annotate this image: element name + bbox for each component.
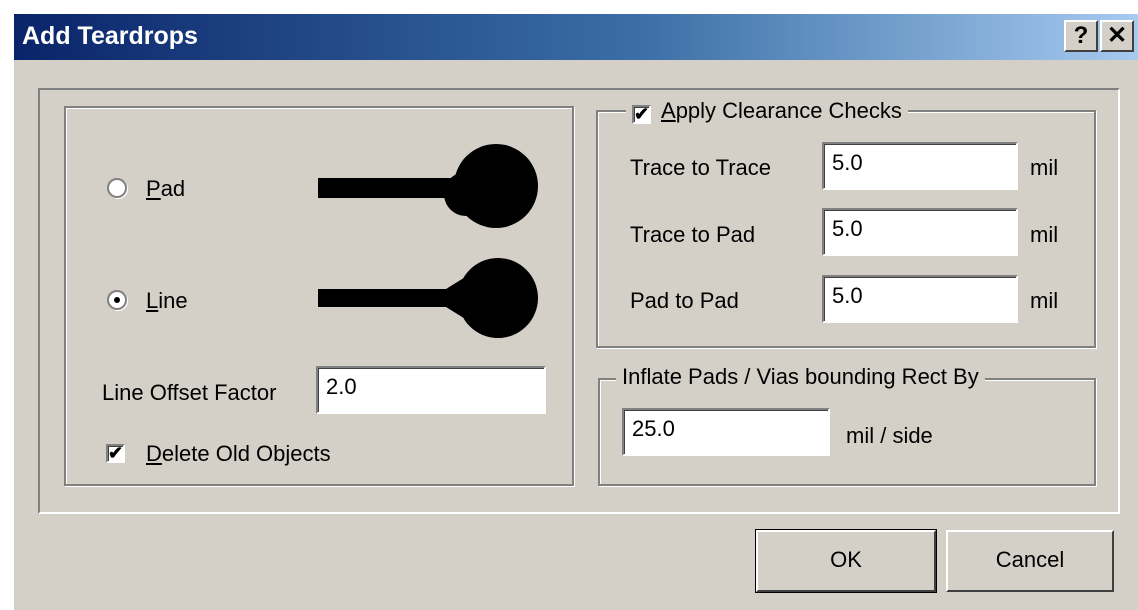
inflate-pads-unit: mil / side bbox=[846, 423, 933, 448]
help-button[interactable]: ? bbox=[1064, 20, 1098, 52]
cancel-button[interactable]: Cancel bbox=[946, 530, 1114, 592]
line-offset-factor-label: Line Offset Factor bbox=[102, 380, 277, 405]
line-offset-factor-input[interactable]: 2.0 bbox=[316, 366, 546, 414]
pad-to-pad-label: Pad to Pad bbox=[630, 288, 739, 313]
window-title: Add Teardrops bbox=[22, 22, 198, 50]
trace-to-pad-unit: mil bbox=[1030, 222, 1059, 247]
inflate-pads-input[interactable]: 25.0 bbox=[622, 408, 830, 456]
clearance-checks-legend[interactable]: ✔ Apply Clearance Checks bbox=[626, 98, 908, 124]
radio-selected-dot bbox=[114, 297, 120, 303]
ok-button[interactable]: OK bbox=[755, 529, 937, 593]
line-radio-label[interactable]: Line bbox=[146, 288, 188, 314]
pad-teardrop-preview bbox=[318, 144, 538, 228]
trace-to-pad-input[interactable]: 5.0 bbox=[822, 208, 1018, 256]
line-radio[interactable] bbox=[107, 290, 127, 310]
trace-to-pad-label: Trace to Pad bbox=[630, 222, 756, 247]
trace-to-trace-unit: mil bbox=[1030, 155, 1059, 180]
apply-clearance-checks-checkbox[interactable]: ✔ bbox=[632, 105, 651, 124]
inflate-pads-legend: Inflate Pads / Vias bounding Rect By bbox=[616, 364, 985, 390]
close-button[interactable]: ✕ bbox=[1100, 20, 1134, 52]
delete-old-objects-label[interactable]: Delete Old Objects bbox=[146, 441, 331, 467]
delete-old-objects-checkbox[interactable]: ✔ bbox=[106, 444, 125, 463]
close-icon: ✕ bbox=[1106, 22, 1128, 49]
pad-radio-label[interactable]: Pad bbox=[146, 176, 185, 202]
trace-to-trace-input[interactable]: 5.0 bbox=[822, 142, 1018, 190]
trace-to-trace-label: Trace to Trace bbox=[630, 155, 772, 180]
pad-to-pad-unit: mil bbox=[1030, 288, 1059, 313]
line-teardrop-preview bbox=[318, 258, 538, 338]
pad-radio[interactable] bbox=[107, 178, 127, 198]
pad-to-pad-input[interactable]: 5.0 bbox=[822, 275, 1018, 323]
